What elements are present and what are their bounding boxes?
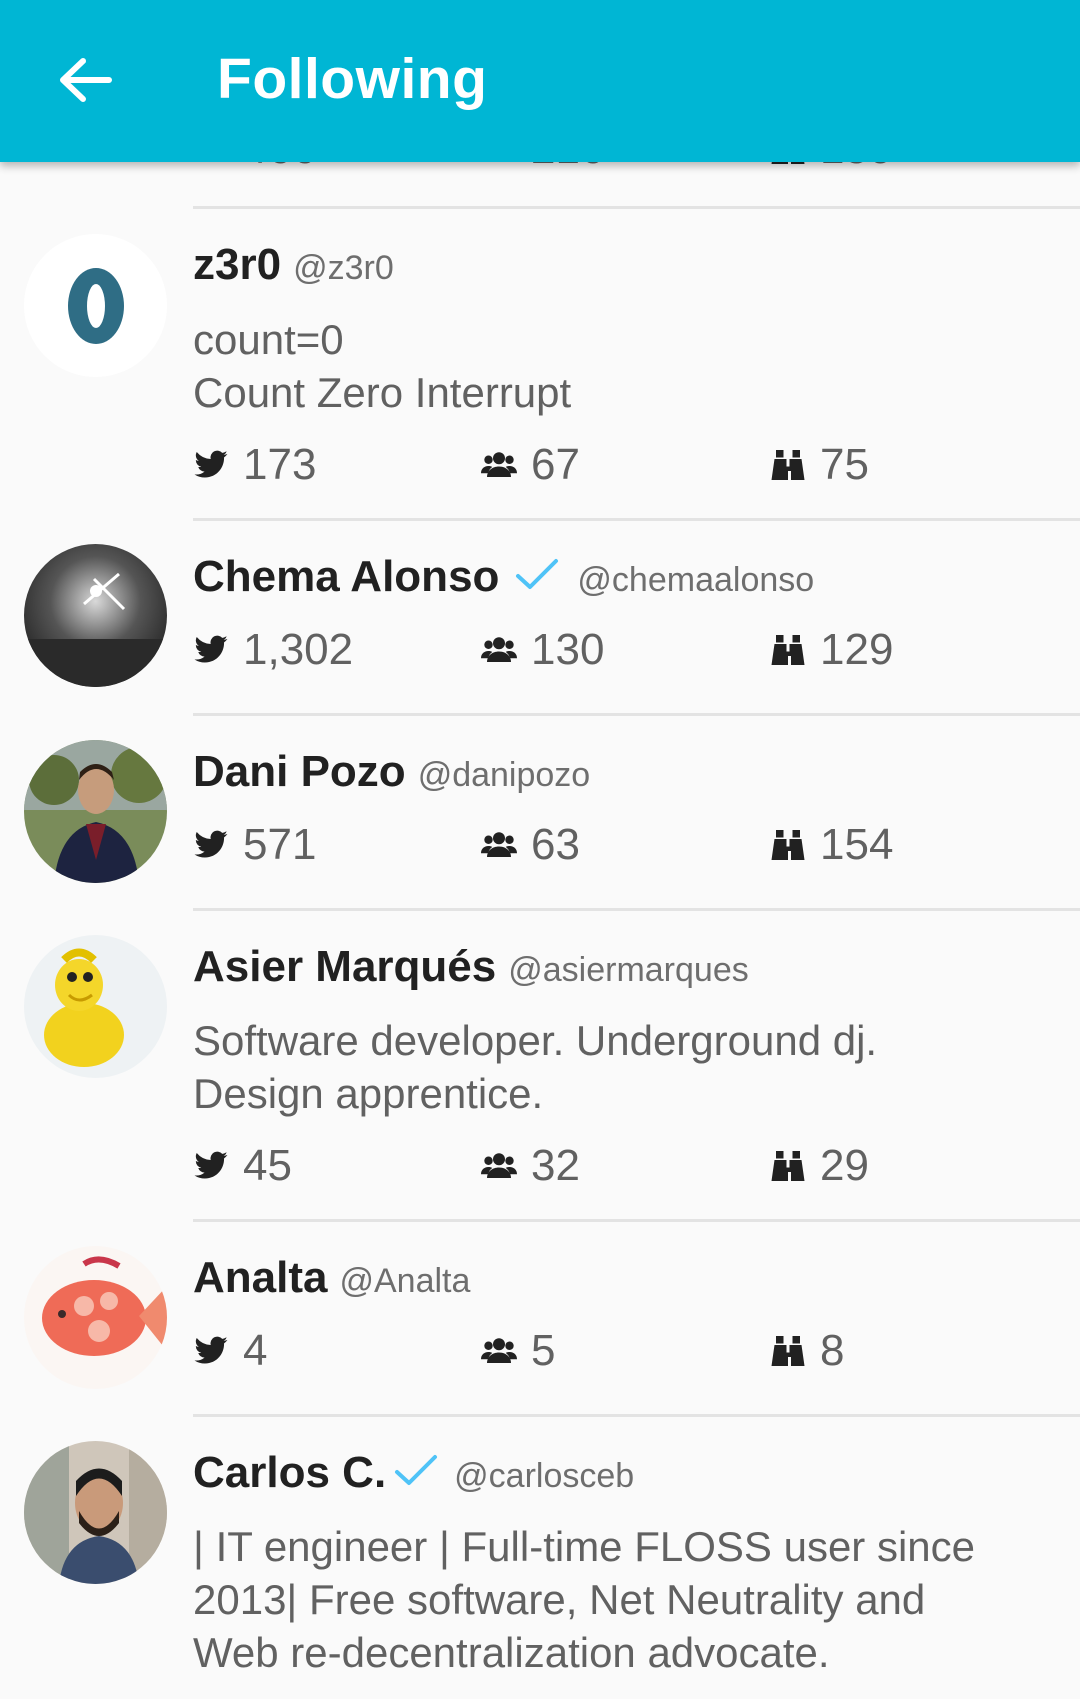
user-name: Carlos C.	[193, 1448, 387, 1497]
user-name: Analta	[193, 1253, 328, 1302]
user-handle: @carlosceb	[454, 1457, 635, 1495]
bird-icon	[193, 826, 231, 864]
group-icon	[481, 446, 519, 484]
divider	[193, 1414, 1080, 1417]
divider	[193, 518, 1080, 521]
user-name: z3r0	[193, 240, 282, 289]
tweet-count: 571	[193, 820, 316, 870]
verified-check-icon	[515, 557, 559, 591]
bird-icon	[193, 631, 231, 669]
back-button[interactable]	[40, 40, 130, 120]
follower-count: 32	[481, 1141, 580, 1191]
group-icon	[481, 826, 519, 864]
tweet-count: 1,302	[193, 625, 353, 675]
user-name: Chema Alonso	[193, 552, 500, 601]
user-stats: 1,302 130 129	[193, 625, 1043, 675]
avatar[interactable]	[24, 1441, 167, 1584]
binoculars-icon	[770, 826, 808, 864]
following-count: 29	[770, 1141, 869, 1191]
follower-count: 63	[481, 820, 580, 870]
group-icon	[481, 1332, 519, 1370]
user-handle: @danipozo	[417, 756, 591, 794]
bird-icon	[193, 446, 231, 484]
group-icon	[481, 1147, 519, 1185]
binoculars-icon	[770, 1147, 808, 1185]
binoculars-icon	[770, 446, 808, 484]
tweet-count: 4	[193, 1326, 267, 1376]
user-stats: 45 32 29	[193, 1141, 1043, 1191]
binoculars-icon	[770, 631, 808, 669]
user-bio: count=0 Count Zero Interrupt	[193, 316, 572, 416]
avatar[interactable]	[24, 935, 167, 1078]
divider	[193, 1219, 1080, 1222]
group-icon	[481, 631, 519, 669]
app-bar: Following	[0, 0, 1080, 162]
bird-icon	[193, 1332, 231, 1370]
binoculars-icon	[770, 1332, 808, 1370]
following-count: 129	[770, 625, 893, 675]
user-handle: @chemaalonso	[577, 561, 815, 599]
user-stats: 4 5 8	[193, 1326, 1043, 1376]
divider	[193, 206, 1080, 209]
follower-count: 5	[481, 1326, 555, 1376]
avatar[interactable]	[24, 1246, 167, 1389]
bird-icon	[193, 1147, 231, 1185]
user-stats: 173 67 75	[193, 440, 1043, 490]
verified-check-icon	[394, 1453, 438, 1487]
avatar[interactable]	[24, 234, 167, 377]
arrow-back-icon	[60, 58, 112, 102]
user-bio: | IT engineer | Full-time FLOSS user sin…	[193, 1523, 976, 1676]
avatar[interactable]	[24, 740, 167, 883]
user-bio: Software developer. Underground dj. Desi…	[193, 1017, 878, 1117]
avatar[interactable]	[24, 544, 167, 687]
user-handle: @asiermarques	[508, 951, 749, 989]
following-count: 75	[770, 440, 869, 490]
divider	[193, 713, 1080, 716]
user-handle: @z3r0	[293, 249, 394, 287]
follower-count: 67	[481, 440, 580, 490]
following-count: 154	[770, 820, 893, 870]
follower-count: 130	[481, 625, 604, 675]
tweet-count: 173	[193, 440, 316, 490]
user-stats: 571 63 154	[193, 820, 1043, 870]
following-count: 8	[770, 1326, 844, 1376]
page-title: Following	[217, 47, 488, 111]
tweet-count: 45	[193, 1141, 292, 1191]
divider	[193, 908, 1080, 911]
user-handle: @Analta	[339, 1262, 471, 1300]
user-name: Dani Pozo	[193, 747, 406, 796]
user-name: Asier Marqués	[193, 942, 497, 991]
